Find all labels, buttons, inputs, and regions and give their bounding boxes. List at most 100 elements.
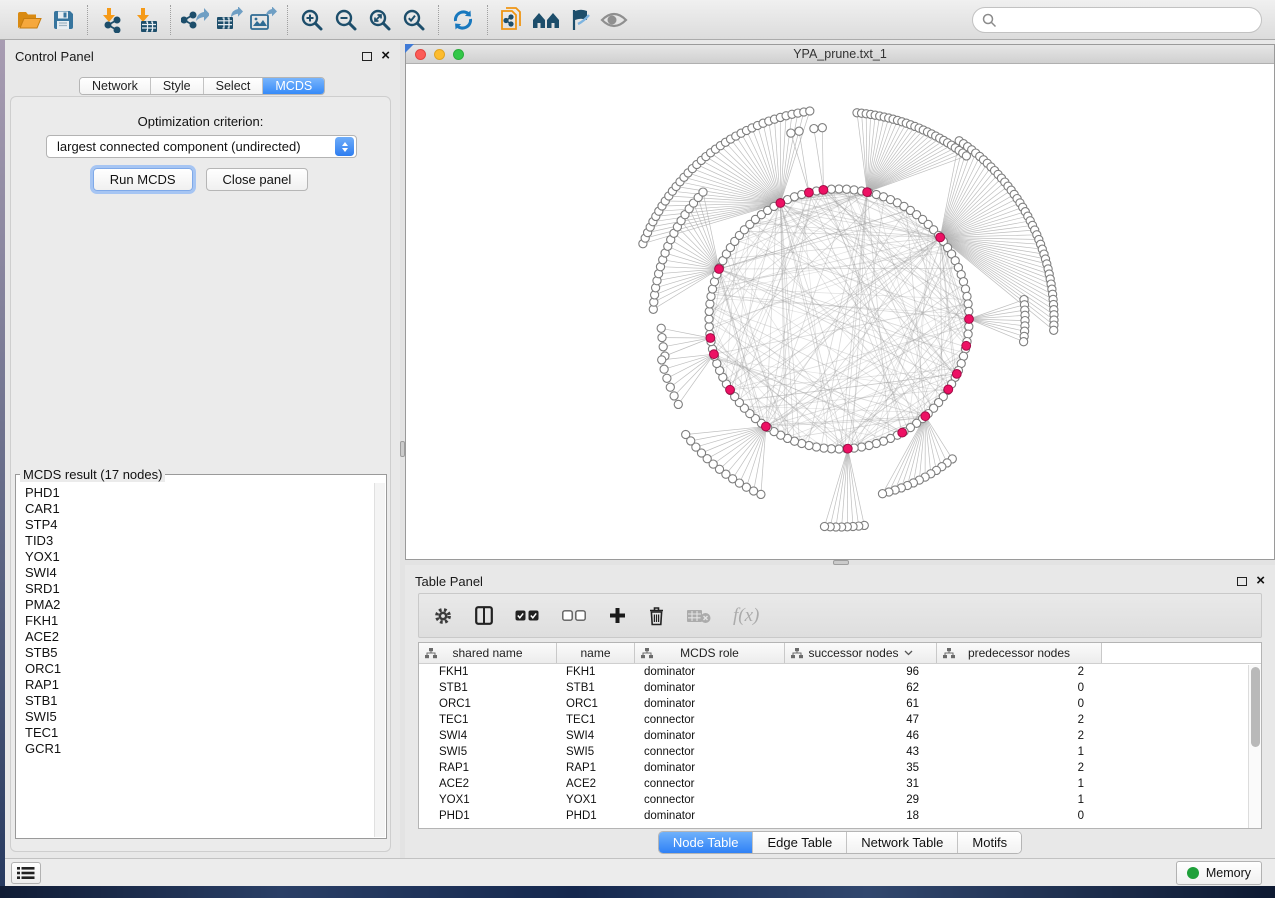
export-table-button[interactable] [212,4,246,36]
table-cell: FKH1 [419,666,557,678]
mcds-result-item[interactable]: SWI4 [17,565,374,581]
mcds-result-item[interactable]: STP4 [17,517,374,533]
mcds-result-item[interactable]: STB1 [17,693,374,709]
table-row[interactable]: SWI5SWI5connector431 [419,744,1261,760]
table-cell: SWI5 [557,746,635,758]
zoom-in-button[interactable] [295,4,329,36]
tab-mcds[interactable]: MCDS [263,78,324,94]
horizontal-splitter[interactable] [405,560,1275,565]
network-window-title: YPA_prune.txt_1 [793,47,887,61]
network-from-file-button[interactable] [495,4,529,36]
memory-button[interactable]: Memory [1176,861,1262,885]
tab-style[interactable]: Style [151,78,204,94]
delete-table-icon [687,608,711,624]
column-header-successor-nodes[interactable]: successor nodes [785,643,937,663]
vertical-splitter[interactable] [400,40,405,858]
table-row[interactable]: STB1STB1dominator620 [419,680,1261,696]
export-image-icon [249,7,277,33]
run-mcds-button[interactable]: Run MCDS [93,168,193,191]
column-header-predecessor-nodes[interactable]: predecessor nodes [937,643,1102,663]
table-row[interactable]: YOX1YOX1connector291 [419,792,1261,808]
tab-network[interactable]: Network [80,78,151,94]
save-session-button[interactable] [46,4,80,36]
mcds-result-item[interactable]: TEC1 [17,725,374,741]
scrollbar-thumb[interactable] [1251,667,1260,747]
control-panel-title: Control Panel [15,43,362,64]
column-header-MCDS-role[interactable]: MCDS role [635,643,785,663]
table-cell: dominator [635,810,785,822]
mcds-result-item[interactable]: YOX1 [17,549,374,565]
first-neighbors-button[interactable] [529,4,563,36]
show-all-button[interactable] [597,4,631,36]
tab-network-table[interactable]: Network Table [847,832,958,853]
close-panel-button[interactable]: Close panel [206,168,309,191]
tab-edge-table[interactable]: Edge Table [753,832,847,853]
criterion-dropdown-value: largest connected component (undirected) [47,139,335,154]
open-session-button[interactable] [12,4,46,36]
splitter-grip[interactable] [400,441,405,457]
zoom-selected-button[interactable] [397,4,431,36]
tab-node-table[interactable]: Node Table [659,832,754,853]
hide-selected-button[interactable] [563,4,597,36]
table-row[interactable]: SWI4SWI4dominator462 [419,728,1261,744]
mcds-result-item[interactable]: SWI5 [17,709,374,725]
table-row[interactable]: FKH1FKH1dominator962 [419,664,1261,680]
network-window-titlebar[interactable]: YPA_prune.txt_1 [406,45,1274,64]
export-image-button[interactable] [246,4,280,36]
function-builder-button[interactable]: f(x) [733,605,759,627]
criterion-dropdown[interactable]: largest connected component (undirected) [46,135,357,158]
mcds-result-item[interactable]: STB5 [17,645,374,661]
search-input[interactable] [997,9,1261,31]
select-all-columns-button[interactable] [515,610,540,621]
mcds-result-item[interactable]: ORC1 [17,661,374,677]
mcds-result-item[interactable]: TID3 [17,533,374,549]
mcds-result-item[interactable]: FKH1 [17,613,374,629]
table-row[interactable]: RAP1RAP1dominator352 [419,760,1261,776]
table-cell: PHD1 [557,810,635,822]
mcds-list-scrollbar[interactable] [374,483,385,837]
mcds-result-item[interactable]: PHD1 [17,485,374,501]
table-settings-button[interactable] [433,606,453,626]
mcds-result-item[interactable]: SRD1 [17,581,374,597]
network-canvas[interactable] [406,64,1274,559]
table-scrollbar[interactable] [1248,665,1261,828]
column-header-name[interactable]: name [557,643,635,663]
tab-motifs[interactable]: Motifs [958,832,1021,853]
table-row[interactable]: TEC1TEC1connector472 [419,712,1261,728]
dropdown-stepper-icon[interactable] [335,137,354,156]
create-column-button[interactable] [609,607,626,624]
table-cell: SWI5 [419,746,557,758]
table-row[interactable]: ORC1ORC1dominator610 [419,696,1261,712]
close-panel-icon[interactable]: × [381,51,390,61]
mcds-result-item[interactable]: CAR1 [17,501,374,517]
table-body: FKH1FKH1dominator962STB1STB1dominator620… [419,664,1261,824]
deselect-all-columns-button[interactable] [562,610,587,621]
table-row[interactable]: PHD1PHD1dominator180 [419,808,1261,824]
close-traffic-light[interactable] [415,49,426,60]
table-panel-title: Table Panel [415,568,1237,589]
zoom-fit-button[interactable] [363,4,397,36]
minimize-traffic-light[interactable] [434,49,445,60]
mcds-result-item[interactable]: GCR1 [17,741,374,757]
zoom-out-button[interactable] [329,4,363,36]
show-column-panel-button[interactable] [475,606,493,625]
mcds-result-item[interactable]: ACE2 [17,629,374,645]
column-header-shared-name[interactable]: shared name [419,643,557,663]
mcds-result-item[interactable]: RAP1 [17,677,374,693]
import-table-button[interactable] [129,4,163,36]
show-panels-button[interactable] [11,862,41,884]
export-network-button[interactable] [178,4,212,36]
maximize-traffic-light[interactable] [453,49,464,60]
float-window-icon[interactable] [1237,577,1247,586]
close-panel-icon[interactable]: × [1256,576,1265,586]
delete-column-button[interactable] [648,606,665,626]
tab-select[interactable]: Select [204,78,264,94]
refresh-layout-button[interactable] [446,4,480,36]
table-cell: connector [635,714,785,726]
table-row[interactable]: ACE2ACE2connector311 [419,776,1261,792]
mcds-result-item[interactable]: PMA2 [17,597,374,613]
splitter-grip[interactable] [833,560,849,565]
delete-table-button[interactable] [687,608,711,624]
float-window-icon[interactable] [362,52,372,61]
import-network-button[interactable] [95,4,129,36]
